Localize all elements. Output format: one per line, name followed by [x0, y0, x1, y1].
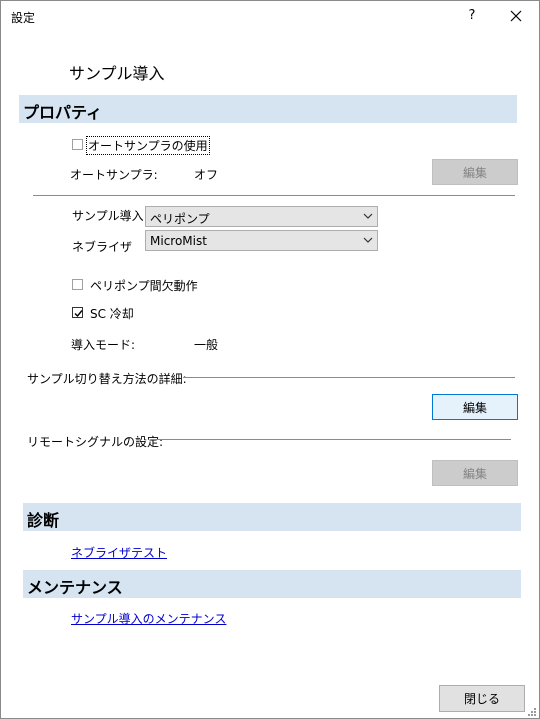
section-maintenance: メンテナンス — [23, 570, 521, 598]
peripump-intermittent-label[interactable]: ペリポンプ間欠動作 — [90, 277, 198, 294]
sc-cooling-label[interactable]: SC 冷却 — [90, 305, 134, 322]
intro-mode-label: 導入モード: — [71, 338, 136, 352]
chevron-down-icon — [363, 237, 373, 243]
autosampler-value: オフ — [194, 168, 219, 182]
checkmark-icon — [74, 310, 83, 318]
close-window-button[interactable] — [501, 1, 531, 31]
help-button[interactable]: ? — [459, 1, 485, 31]
sample-intro-maintenance-link[interactable]: サンプル導入のメンテナンス — [71, 610, 226, 627]
switch-detail-label: サンプル切り替え方法の詳細: — [27, 372, 187, 386]
autosampler-edit-button[interactable]: 編集 — [432, 159, 518, 185]
nebulizer-test-link[interactable]: ネブライザテスト — [71, 544, 167, 561]
section-diagnostics: 診断 — [23, 503, 521, 531]
divider — [33, 195, 515, 196]
section-properties: プロパティ — [19, 95, 517, 123]
intro-mode-value: 一般 — [194, 338, 219, 352]
remote-signal-label: リモートシグナルの設定: — [27, 435, 164, 449]
switch-detail-edit-button[interactable]: 編集 — [432, 394, 518, 420]
title-bar: 設定 ? — [1, 1, 539, 31]
use-autosampler-checkbox[interactable] — [72, 139, 83, 150]
nebulizer-label: ネブライザ — [72, 240, 133, 254]
close-button[interactable]: 閉じる — [439, 685, 525, 712]
peripump-intermittent-checkbox[interactable] — [72, 279, 83, 290]
autosampler-label: オートサンプラ: — [70, 168, 158, 182]
use-autosampler-label[interactable]: オートサンプラの使用 — [86, 136, 210, 155]
nebulizer-value: MicroMist — [150, 234, 207, 248]
settings-dialog: 設定 ? サンプル導入 プロパティ オートサンプラの使用 オートサンプラ: オフ… — [0, 0, 540, 719]
chevron-down-icon — [363, 213, 373, 219]
window-title: 設定 — [11, 11, 36, 25]
sample-intro-select[interactable]: ペリポンプ — [145, 206, 378, 227]
section-properties-title: プロパティ — [23, 103, 103, 122]
resize-grip-icon[interactable] — [525, 705, 537, 717]
section-diagnostics-title: 診断 — [27, 511, 60, 530]
sample-intro-value: ペリポンプ — [150, 212, 210, 226]
divider — [183, 377, 515, 378]
sc-cooling-checkbox[interactable] — [72, 307, 83, 318]
section-maintenance-title: メンテナンス — [27, 578, 123, 597]
remote-signal-edit-button[interactable]: 編集 — [432, 460, 518, 486]
sample-intro-label: サンプル導入 — [72, 209, 144, 223]
divider — [151, 439, 511, 440]
nebulizer-select[interactable]: MicroMist — [145, 230, 378, 251]
page-title: サンプル導入 — [69, 64, 165, 83]
close-icon — [510, 10, 522, 22]
